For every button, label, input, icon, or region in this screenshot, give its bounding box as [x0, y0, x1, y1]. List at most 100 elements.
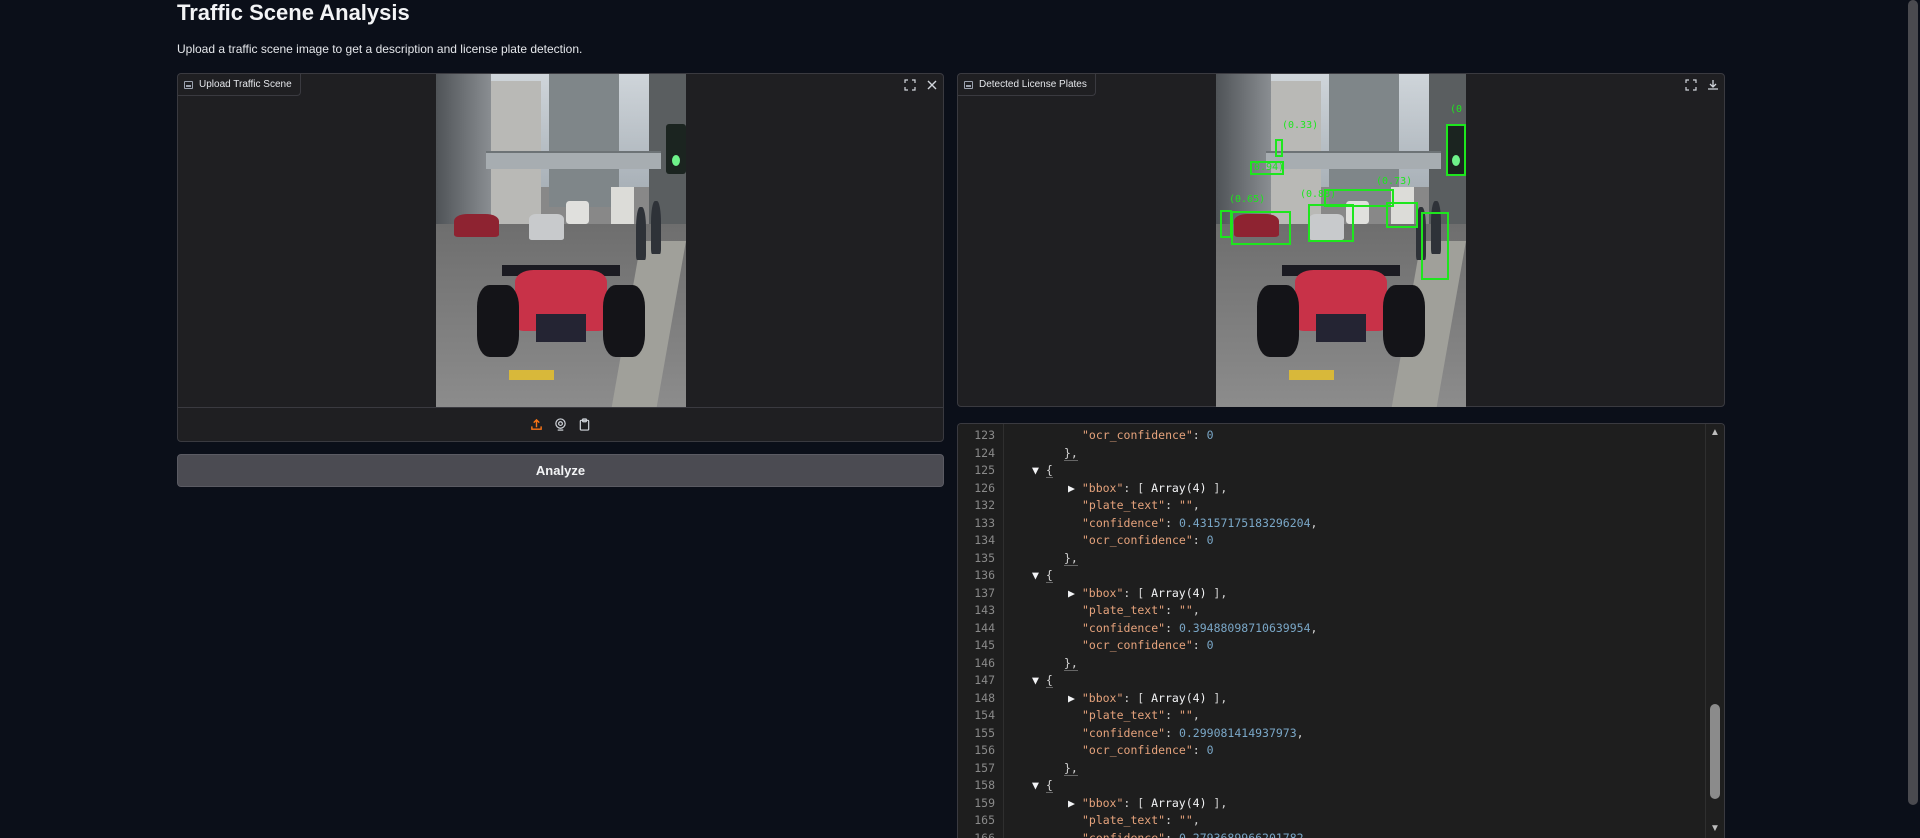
line-code: ▼ {	[1032, 776, 1053, 794]
json-comma: ,	[1192, 708, 1200, 722]
json-collapsed-array[interactable]: Array(4)	[1151, 586, 1206, 600]
image-icon	[964, 80, 973, 89]
expand-toggle-icon[interactable]: ▶	[1068, 691, 1082, 705]
json-colon: :	[1192, 533, 1207, 547]
upload-icon[interactable]	[530, 418, 544, 432]
json-line: 165 "plate_text": "",	[958, 811, 1724, 829]
line-code: },	[1064, 759, 1078, 777]
detection-label: (0.65)	[1229, 194, 1266, 205]
line-code: ▶ "bbox": [ Array(4) ],	[1068, 794, 1227, 812]
close-icon[interactable]	[925, 78, 939, 92]
page-scrollbar-thumb[interactable]	[1908, 0, 1918, 805]
output-panel-label: Detected License Plates	[958, 74, 1096, 96]
json-value: 0.299081414937973	[1178, 725, 1297, 740]
json-line: 136 ▼ {	[958, 566, 1724, 584]
line-number: 145	[974, 638, 995, 652]
image-icon	[184, 80, 193, 89]
line-number: 159	[974, 795, 995, 810]
fullscreen-icon[interactable]	[903, 78, 917, 92]
detection-box	[1446, 124, 1466, 176]
json-collapsed-array[interactable]: Array(4)	[1151, 796, 1206, 810]
analyze-button[interactable]: Analyze	[177, 454, 944, 487]
expand-toggle-icon[interactable]: ▶	[1068, 481, 1082, 495]
line-number: 133	[974, 515, 995, 530]
line-code: "confidence": 0.43157175183296204,	[1082, 514, 1317, 532]
line-code: ▶ "bbox": [ Array(4) ],	[1068, 479, 1227, 497]
expand-toggle-icon[interactable]: ▶	[1068, 586, 1082, 600]
json-key: "ocr_confidence"	[1082, 428, 1193, 442]
line-code: "ocr_confidence": 0	[1082, 741, 1214, 759]
json-value: ""	[1178, 603, 1193, 617]
upload-image-panel[interactable]: Upload Traffic Scene	[177, 73, 944, 442]
json-value: 0.2793689966201782	[1178, 830, 1304, 838]
json-key: "bbox"	[1081, 585, 1124, 600]
json-colon: : [	[1123, 585, 1152, 600]
json-line: 143 "plate_text": "",	[958, 601, 1724, 619]
json-line: 154 "plate_text": "",	[958, 706, 1724, 724]
expand-toggle-icon[interactable]: ▶	[1068, 796, 1082, 810]
json-key: "confidence"	[1082, 515, 1166, 530]
line-code: ▼ {	[1032, 566, 1053, 584]
line-number: 146	[974, 655, 995, 670]
json-collapsed-array[interactable]: Array(4)	[1151, 481, 1206, 495]
line-code: "ocr_confidence": 0	[1082, 426, 1214, 444]
detection-label: (0.94)	[1248, 162, 1285, 173]
json-line: 126 ▶ "bbox": [ Array(4) ],	[958, 479, 1724, 497]
json-colon: :	[1165, 498, 1179, 512]
json-brace: {	[1045, 673, 1053, 688]
detected-plates-panel: Detected License Plates (0.33) (0.94) (0…	[957, 73, 1725, 407]
line-code: ▼ {	[1032, 461, 1053, 479]
fullscreen-icon[interactable]	[1684, 78, 1698, 92]
scrollbar-thumb[interactable]	[1710, 704, 1720, 799]
line-code: },	[1064, 444, 1078, 462]
line-code: },	[1064, 549, 1078, 567]
json-key: "plate_text"	[1082, 708, 1166, 722]
json-key: "confidence"	[1082, 830, 1166, 838]
line-code: ▶ "bbox": [ Array(4) ],	[1068, 584, 1227, 602]
collapse-toggle-icon[interactable]: ▼	[1032, 463, 1046, 477]
json-colon: :	[1165, 620, 1179, 635]
line-number: 157	[974, 760, 995, 775]
line-number: 132	[974, 498, 995, 512]
json-scrollbar[interactable]: ▲ ▼	[1705, 424, 1724, 838]
clipboard-icon[interactable]	[578, 418, 592, 432]
scroll-down-icon[interactable]: ▼	[1709, 823, 1721, 835]
collapse-toggle-icon[interactable]: ▼	[1032, 673, 1046, 687]
json-line: 125 ▼ {	[958, 461, 1724, 479]
json-line: 124},	[958, 444, 1724, 462]
detection-label: (0.73)	[1376, 176, 1413, 187]
line-code: "ocr_confidence": 0	[1082, 531, 1214, 549]
line-number: 144	[974, 620, 995, 635]
json-value: 0	[1206, 428, 1214, 442]
detection-box	[1275, 139, 1283, 157]
page-scrollbar[interactable]	[1906, 0, 1920, 838]
json-comma: ,	[1310, 620, 1318, 635]
json-brace: {	[1045, 778, 1053, 793]
line-number: 154	[974, 708, 995, 722]
collapse-toggle-icon[interactable]: ▼	[1032, 568, 1046, 582]
json-line: 158 ▼ {	[958, 776, 1724, 794]
line-number: 155	[974, 725, 995, 740]
line-code: "plate_text": "",	[1082, 601, 1200, 619]
line-number: 156	[974, 743, 995, 757]
json-output-viewer[interactable]: 123 "ocr_confidence": 0 124}, 125 ▼ {126 ▶ "b…	[957, 423, 1725, 838]
webcam-icon[interactable]	[554, 418, 568, 432]
download-icon[interactable]	[1706, 78, 1720, 92]
line-code: "confidence": 0.39488098710639954,	[1082, 619, 1317, 637]
scroll-up-icon[interactable]: ▲	[1709, 427, 1721, 439]
line-number: 125	[974, 463, 995, 477]
json-value: 0	[1206, 743, 1214, 757]
line-code: "confidence": 0.299081414937973,	[1082, 724, 1304, 742]
json-brace: },	[1064, 760, 1078, 776]
json-comma: ,	[1192, 603, 1200, 617]
collapse-toggle-icon[interactable]: ▼	[1032, 778, 1046, 792]
json-line: 132 "plate_text": "",	[958, 496, 1724, 514]
json-comma: ,	[1192, 498, 1200, 512]
json-line: 155 "confidence": 0.299081414937973,	[958, 724, 1724, 742]
annotated-traffic-image: (0.33) (0.94) (0.65) (0.88) (0.73) (0	[1216, 74, 1466, 407]
line-number: 143	[974, 603, 995, 617]
line-code: "ocr_confidence": 0	[1082, 636, 1214, 654]
json-collapsed-array[interactable]: Array(4)	[1151, 691, 1206, 705]
json-colon: :	[1192, 428, 1207, 442]
json-line: 133 "confidence": 0.43157175183296204,	[958, 514, 1724, 532]
